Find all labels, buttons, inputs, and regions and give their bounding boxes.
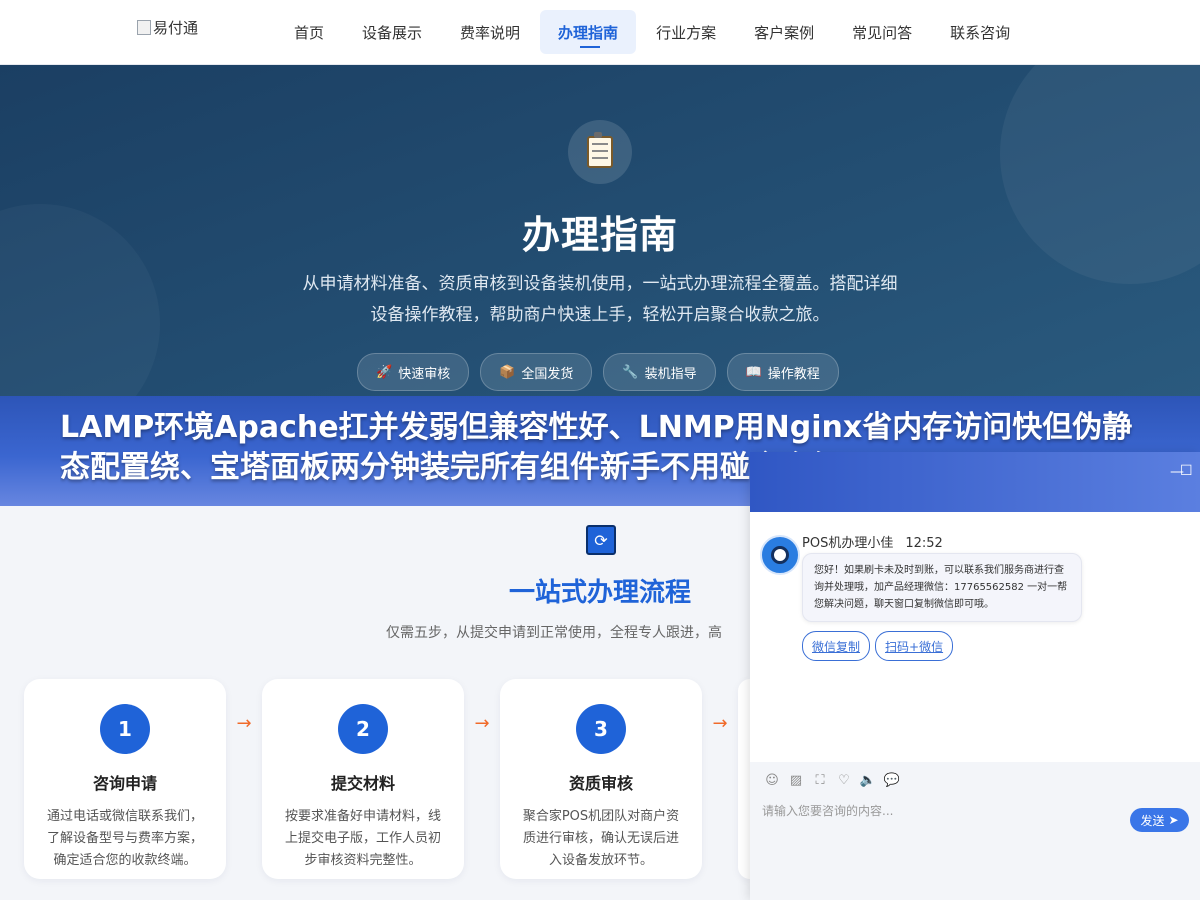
step-number: 1	[100, 704, 150, 754]
wrench-icon: 🔧	[622, 364, 639, 380]
step-card: 2 提交材料 按要求准备好申请材料，线上提交电子版，工作人员初步审核资料完整性。	[262, 679, 464, 879]
package-icon: 📦	[499, 364, 516, 380]
nav-item-rates[interactable]: 费率说明	[442, 10, 538, 54]
arrow-right-icon: →	[712, 713, 728, 734]
tag-label: 操作教程	[767, 366, 820, 382]
main-nav: 首页 设备展示 费率说明 办理指南 行业方案 客户案例 常见问答 联系咨询	[276, 10, 1030, 54]
nav-item-cases[interactable]: 客户案例	[736, 10, 832, 54]
screenshot-icon[interactable]: ⛶	[808, 770, 832, 790]
step-card-partial	[738, 679, 750, 879]
step-description: 按要求准备好申请材料，线上提交电子版，工作人员初步审核资料完整性。	[284, 809, 441, 868]
step-number: 2	[338, 704, 388, 754]
step-card: 1 咨询申请 通过电话或微信联系我们，了解设备型号与费率方案，确定适合您的收款终…	[24, 679, 226, 879]
scan-wechat-button[interactable]: 扫码+微信	[875, 631, 954, 661]
volume-icon[interactable]: 🔈	[856, 770, 880, 790]
emoji-icon[interactable]: ☺	[760, 770, 784, 790]
message-time: 12:52	[905, 536, 943, 551]
nav-item-devices[interactable]: 设备展示	[344, 10, 440, 54]
step-description: 通过电话或微信联系我们，了解设备型号与费率方案，确定适合您的收款终端。	[46, 809, 203, 868]
agent-avatar	[760, 535, 800, 575]
process-steps: 1 咨询申请 通过电话或微信联系我们，了解设备型号与费率方案，确定适合您的收款终…	[24, 679, 750, 879]
tag-label: 全国发货	[521, 366, 574, 382]
clipboard-icon	[568, 120, 632, 184]
nav-item-faq[interactable]: 常见问答	[834, 10, 930, 54]
arrow-right-icon: →	[236, 713, 252, 734]
agent-name: POS机办理小佳	[802, 536, 894, 551]
tag-fast-review[interactable]: 🚀 快速审核	[357, 353, 470, 391]
feature-tags: 🚀 快速审核 📦 全国发货 🔧 装机指导 📖 操作教程	[357, 353, 850, 391]
page-title: 办理指南	[521, 213, 678, 257]
agent-meta: POS机办理小佳 12:52	[802, 532, 943, 551]
agent-face-icon	[771, 546, 789, 564]
chat-input-area: ☺ ▨ ⛶ ♡ 🔈 💬 发送 ➤	[750, 762, 1200, 900]
chat-bubbles-icon[interactable]: 💬	[880, 770, 904, 790]
nav-item-home[interactable]: 首页	[276, 10, 342, 54]
chat-header: — ☐	[750, 452, 1200, 512]
nav-item-solutions[interactable]: 行业方案	[638, 10, 734, 54]
copy-wechat-button[interactable]: 微信复制	[802, 631, 871, 661]
nav-item-contact[interactable]: 联系咨询	[932, 10, 1028, 54]
chat-message-input[interactable]	[760, 798, 1124, 824]
step-card: 3 资质审核 聚合家POS机团队对商户资质进行审核，确认无误后进入设备发放环节。	[500, 679, 702, 879]
paper-plane-icon: ➤	[1168, 813, 1179, 827]
rocket-icon: 🚀	[376, 364, 393, 380]
refresh-icon: ⟳	[586, 525, 616, 555]
step-title: 提交材料	[330, 774, 395, 793]
nav-item-guide[interactable]: 办理指南	[540, 10, 637, 54]
step-title: 咨询申请	[92, 774, 157, 793]
book-icon: 📖	[745, 364, 762, 380]
message-bubble: 您好！如果刷卡未及时到账，可以联系我们服务商进行查询并处理哦，加产品经理微信：1…	[802, 553, 1082, 622]
quick-reply-buttons: 微信复制 扫码+微信	[802, 631, 958, 661]
step-number: 3	[576, 704, 626, 754]
send-label: 发送	[1140, 813, 1165, 828]
maximize-icon[interactable]: ☐	[1180, 463, 1193, 479]
site-logo[interactable]: 易付通	[137, 17, 198, 38]
heart-icon[interactable]: ♡	[832, 770, 856, 790]
tag-label: 装机指导	[644, 366, 697, 382]
image-icon[interactable]: ▨	[784, 770, 808, 790]
site-header: 易付通 首页 设备展示 费率说明 办理指南 行业方案 客户案例 常见问答 联系咨…	[0, 0, 1200, 65]
logo-alt-text: 易付通	[153, 19, 199, 37]
tag-install-guide[interactable]: 🔧 装机指导	[603, 353, 716, 391]
tag-label: 快速审核	[398, 366, 451, 382]
chat-toolbar: ☺ ▨ ⛶ ♡ 🔈 💬	[760, 770, 904, 790]
tag-tutorial[interactable]: 📖 操作教程	[726, 353, 839, 391]
chat-widget: — ☐ POS机办理小佳 12:52 您好！如果刷卡未及时到账，可以联系我们服务商…	[750, 452, 1200, 900]
hero-description: 从申请材料准备、资质审核到设备装机使用，一站式办理流程全覆盖。搭配详细设备操作教…	[302, 274, 898, 325]
step-title: 资质审核	[568, 774, 633, 793]
send-button[interactable]: 发送 ➤	[1130, 808, 1189, 832]
chat-messages: POS机办理小佳 12:52 您好！如果刷卡未及时到账，可以联系我们服务商进行查询…	[750, 512, 1200, 762]
section-description: 仅需五步，从提交申请到正常使用，全程专人跟进，高	[386, 625, 722, 641]
broken-image-icon	[137, 20, 151, 35]
tag-nationwide-shipping[interactable]: 📦 全国发货	[480, 353, 593, 391]
step-description: 聚合家POS机团队对商户资质进行审核，确认无误后进入设备发放环节。	[522, 809, 680, 868]
arrow-right-icon: →	[474, 713, 490, 734]
hero-section: 办理指南 从申请材料准备、资质审核到设备装机使用，一站式办理流程全覆盖。搭配详细…	[0, 64, 1200, 405]
